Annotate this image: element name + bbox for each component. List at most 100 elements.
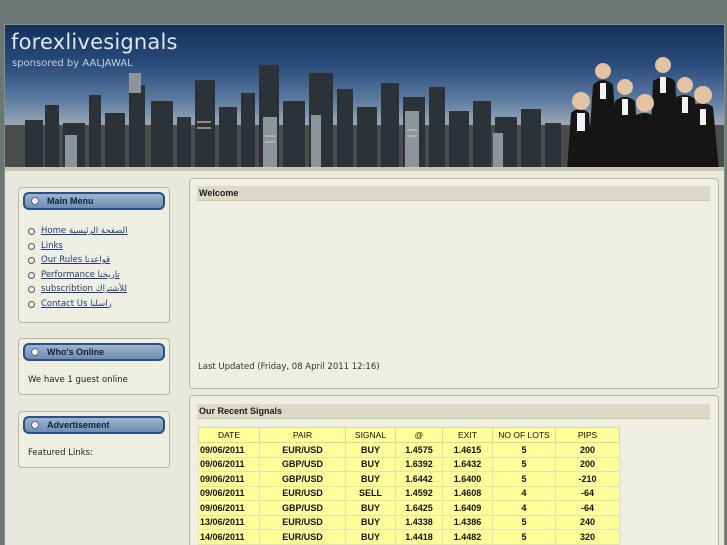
- menu-item-performance: Performance تاريخنا: [27, 268, 127, 283]
- signal-lots-cell: 5: [492, 529, 556, 545]
- menu-link-contact[interactable]: Contact Us راسلنا: [41, 299, 112, 309]
- signal-lots-cell: 5: [492, 442, 556, 458]
- signal-type-cell: BUY: [345, 500, 396, 516]
- menu-item-contact: Contact Us راسلنا: [27, 297, 127, 312]
- signal-row: 09/06/2011 EUR/USD SELL 1.4592 1.4608 4 -64: [198, 485, 620, 501]
- col-header-at: @: [395, 427, 443, 443]
- whos-online-text: We have 1 guest online: [28, 375, 128, 385]
- signal-lots-cell: 5: [492, 471, 556, 487]
- signal-lots-cell: 5: [492, 514, 556, 530]
- site-subtitle: sponsored by AALJAWAL: [12, 58, 133, 69]
- menu-item-home: Home الصفحة الرئيسية: [27, 224, 127, 239]
- menu-link-links[interactable]: Links: [41, 241, 63, 251]
- signal-pair-cell: EUR/USD: [259, 514, 346, 530]
- signal-exit-cell: 1.6432: [442, 456, 493, 472]
- featured-links-text: Featured Links:: [28, 448, 93, 458]
- main-menu-header: Main Menu: [23, 192, 165, 210]
- signals-body: 09/06/2011 EUR/USD BUY 1.4575 1.4615 5 200 09/0…: [198, 442, 620, 545]
- menu-item-subscription: subscribtion للأشتراك: [27, 282, 127, 297]
- signal-exit-cell: 1.6409: [442, 500, 493, 516]
- menu-link-home[interactable]: Home الصفحة الرئيسية: [41, 226, 127, 236]
- signal-type-cell: BUY: [345, 442, 396, 458]
- main-menu-list: Home الصفحة الرئيسية Links Our Rules قوا…: [27, 224, 127, 311]
- bullet-icon: [31, 348, 39, 356]
- signal-type-cell: BUY: [345, 514, 396, 530]
- menu-link-performance[interactable]: Performance تاريخنا: [41, 270, 120, 280]
- signals-box: Our Recent Signals DATE PAIR SIGNAL @ EX…: [189, 395, 719, 545]
- welcome-title: Welcome: [197, 186, 710, 201]
- signal-date-cell: 09/06/2011: [198, 471, 260, 487]
- signal-exit-cell: 1.6400: [442, 471, 493, 487]
- col-header-pair: PAIR: [259, 427, 346, 443]
- signal-lots-cell: 4: [492, 485, 556, 501]
- signal-entry-cell: 1.6442: [395, 471, 443, 487]
- signal-date-cell: 09/06/2011: [198, 456, 260, 472]
- col-header-exit: EXIT: [442, 427, 493, 443]
- signal-pair-cell: GBP/USD: [259, 456, 346, 472]
- signal-pair-cell: GBP/USD: [259, 500, 346, 516]
- site-header: forexlivesignals sponsored by AALJAWAL: [5, 25, 724, 171]
- signal-row: 13/06/2011 EUR/USD BUY 1.4338 1.4386 5 240: [198, 514, 620, 530]
- advertisement-title: Advertisement: [47, 420, 110, 430]
- menu-item-rules: Our Rules قواعدنا: [27, 253, 127, 268]
- whos-online-header: Who's Online: [23, 343, 165, 361]
- whos-online-box: Who's Online We have 1 guest online: [18, 338, 170, 395]
- signals-title: Our Recent Signals: [197, 404, 710, 419]
- signal-pips-cell: -64: [555, 485, 620, 501]
- menu-link-subscription[interactable]: subscribtion للأشتراك: [41, 284, 127, 294]
- signal-type-cell: BUY: [345, 471, 396, 487]
- signal-row: 09/06/2011 GBP/USD BUY 1.6442 1.6400 5 -210: [198, 471, 620, 487]
- signal-date-cell: 09/06/2011: [198, 485, 260, 501]
- signal-exit-cell: 1.4608: [442, 485, 493, 501]
- site-title[interactable]: forexlivesignals: [11, 30, 178, 54]
- signal-pips-cell: 200: [555, 442, 620, 458]
- signal-date-cell: 13/06/2011: [198, 514, 260, 530]
- business-team-photo: [567, 57, 719, 167]
- signal-pair-cell: EUR/USD: [259, 442, 346, 458]
- col-header-signal: SIGNAL: [345, 427, 396, 443]
- signal-row: 09/06/2011 GBP/USD BUY 1.6392 1.6432 5 200: [198, 456, 620, 472]
- col-header-date: DATE: [198, 427, 260, 443]
- signal-exit-cell: 1.4386: [442, 514, 493, 530]
- advertisement-header: Advertisement: [23, 416, 165, 434]
- advertisement-box: Advertisement Featured Links:: [18, 411, 170, 468]
- signal-type-cell: BUY: [345, 456, 396, 472]
- signal-entry-cell: 1.4592: [395, 485, 443, 501]
- signals-table: DATE PAIR SIGNAL @ EXIT NO OF LOTS PIPS …: [198, 427, 620, 545]
- signal-row: 09/06/2011 GBP/USD BUY 1.6425 1.6409 4 -64: [198, 500, 620, 516]
- main-menu-box: Main Menu Home الصفحة الرئيسية Links Our…: [18, 187, 170, 323]
- signal-pair-cell: EUR/USD: [259, 529, 346, 545]
- whos-online-title: Who's Online: [47, 347, 105, 357]
- signal-type-cell: BUY: [345, 529, 396, 545]
- signal-entry-cell: 1.6392: [395, 456, 443, 472]
- menu-link-rules[interactable]: Our Rules قواعدنا: [41, 255, 110, 265]
- main-menu-title: Main Menu: [47, 196, 94, 206]
- signal-exit-cell: 1.4482: [442, 529, 493, 545]
- signal-pips-cell: -210: [555, 471, 620, 487]
- page: forexlivesignals sponsored by AALJAWAL M…: [4, 24, 725, 545]
- welcome-box: Welcome Last Updated (Friday, 08 April 2…: [189, 178, 719, 389]
- col-header-lots: NO OF LOTS: [492, 427, 556, 443]
- signal-lots-cell: 4: [492, 500, 556, 516]
- signal-entry-cell: 1.4575: [395, 442, 443, 458]
- signal-date-cell: 14/06/2011: [198, 529, 260, 545]
- signal-lots-cell: 5: [492, 456, 556, 472]
- signal-type-cell: SELL: [345, 485, 396, 501]
- col-header-pips: PIPS: [555, 427, 620, 443]
- signal-pips-cell: 200: [555, 456, 620, 472]
- signal-date-cell: 09/06/2011: [198, 500, 260, 516]
- signal-exit-cell: 1.4615: [442, 442, 493, 458]
- signal-pips-cell: 320: [555, 529, 620, 545]
- signal-entry-cell: 1.6425: [395, 500, 443, 516]
- signal-pips-cell: -64: [555, 500, 620, 516]
- signal-pair-cell: GBP/USD: [259, 471, 346, 487]
- menu-item-links: Links: [27, 239, 127, 254]
- signal-pips-cell: 240: [555, 514, 620, 530]
- signals-header-row: DATE PAIR SIGNAL @ EXIT NO OF LOTS PIPS: [198, 427, 620, 443]
- signal-entry-cell: 1.4418: [395, 529, 443, 545]
- signal-pair-cell: EUR/USD: [259, 485, 346, 501]
- signal-date-cell: 09/06/2011: [198, 442, 260, 458]
- signal-row: 09/06/2011 EUR/USD BUY 1.4575 1.4615 5 200: [198, 442, 620, 458]
- signal-entry-cell: 1.4338: [395, 514, 443, 530]
- bullet-icon: [31, 197, 39, 205]
